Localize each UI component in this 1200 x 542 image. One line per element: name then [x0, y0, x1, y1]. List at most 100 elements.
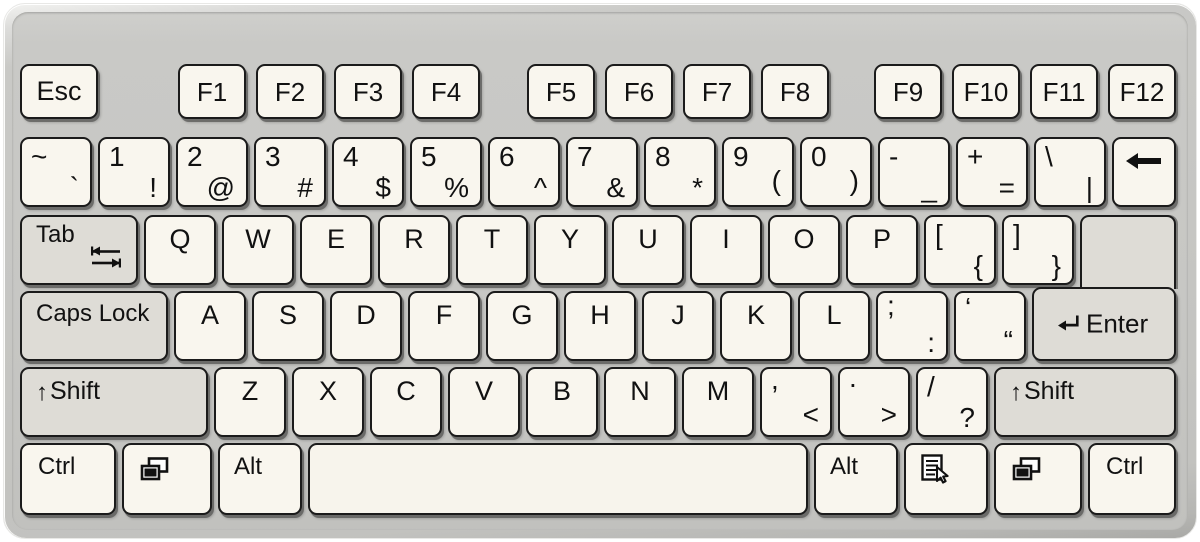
- key-c[interactable]: C: [370, 367, 442, 437]
- key-f1[interactable]: F1: [178, 64, 246, 119]
- key-l[interactable]: L: [798, 291, 870, 361]
- key-tab[interactable]: Tab: [20, 215, 138, 285]
- key-semicolon[interactable]: ; :: [876, 291, 948, 361]
- key-n-label: N: [630, 376, 650, 406]
- key-f7[interactable]: F7: [683, 64, 751, 119]
- key-semicolon-secondary: :: [927, 326, 935, 358]
- key-digit-5[interactable]: 5 %: [410, 137, 482, 207]
- key-m[interactable]: M: [682, 367, 754, 437]
- key-win-left[interactable]: [122, 443, 212, 515]
- key-f10[interactable]: F10: [952, 64, 1020, 119]
- key-slash[interactable]: / ?: [916, 367, 988, 437]
- key-alt-left[interactable]: Alt: [218, 443, 302, 515]
- key-bracket-right[interactable]: ] }: [1002, 215, 1074, 285]
- key-a[interactable]: A: [174, 291, 246, 361]
- key-comma-primary: ,: [771, 367, 779, 395]
- key-backspace[interactable]: [1112, 137, 1176, 207]
- key-digit-0-secondary: ): [849, 164, 859, 196]
- key-f8[interactable]: F8: [761, 64, 829, 119]
- key-f4-label: F4: [430, 76, 462, 107]
- key-caps-lock[interactable]: Caps Lock: [20, 291, 168, 361]
- key-backslash-secondary: |: [1085, 171, 1093, 203]
- key-shift-right[interactable]: ↑ Shift: [994, 367, 1176, 437]
- key-f9[interactable]: F9: [874, 64, 942, 119]
- key-comma[interactable]: , <: [760, 367, 832, 437]
- key-digit-0-primary: 0: [811, 141, 827, 172]
- key-q[interactable]: Q: [144, 215, 216, 285]
- key-s[interactable]: S: [252, 291, 324, 361]
- key-enter[interactable]: Enter: [1032, 287, 1176, 361]
- key-h-label: H: [590, 300, 610, 330]
- key-digit-3-primary: 3: [265, 141, 281, 172]
- key-shift-right-label: Shift: [1024, 377, 1075, 405]
- key-v[interactable]: V: [448, 367, 520, 437]
- key-w[interactable]: W: [222, 215, 294, 285]
- key-l-label: L: [826, 300, 842, 330]
- key-digit-1[interactable]: 1 !: [98, 137, 170, 207]
- key-f4[interactable]: F4: [412, 64, 480, 119]
- key-alt-right-label: Alt: [830, 453, 859, 480]
- key-u[interactable]: U: [612, 215, 684, 285]
- key-f12[interactable]: F12: [1108, 64, 1176, 119]
- key-ctrl-left[interactable]: Ctrl: [20, 443, 116, 515]
- key-g[interactable]: G: [486, 291, 558, 361]
- key-period[interactable]: . >: [838, 367, 910, 437]
- key-shift-left[interactable]: ↑ Shift: [20, 367, 208, 437]
- key-j[interactable]: J: [642, 291, 714, 361]
- key-f2[interactable]: F2: [256, 64, 324, 119]
- key-bracket-left[interactable]: [ {: [924, 215, 996, 285]
- key-win-right[interactable]: [994, 443, 1082, 515]
- key-g-label: G: [511, 300, 533, 330]
- key-digit-9-secondary: (: [771, 164, 781, 196]
- key-tab-label: Tab: [36, 221, 75, 248]
- key-y[interactable]: Y: [534, 215, 606, 285]
- key-p[interactable]: P: [846, 215, 918, 285]
- key-digit-3[interactable]: 3 #: [254, 137, 326, 207]
- key-digit-2-secondary: @: [206, 171, 235, 203]
- key-f3[interactable]: F3: [334, 64, 402, 119]
- key-x[interactable]: X: [292, 367, 364, 437]
- key-t[interactable]: T: [456, 215, 528, 285]
- key-slash-secondary: ?: [959, 401, 975, 433]
- key-alt-right[interactable]: Alt: [814, 443, 898, 515]
- key-digit-8-primary: 8: [655, 141, 671, 172]
- key-d[interactable]: D: [330, 291, 402, 361]
- key-digit-4[interactable]: 4 $: [332, 137, 404, 207]
- key-esc[interactable]: Esc: [20, 64, 98, 119]
- key-digit-0[interactable]: 0 ): [800, 137, 872, 207]
- key-minus[interactable]: - _: [878, 137, 950, 207]
- key-h[interactable]: H: [564, 291, 636, 361]
- key-b-label: B: [552, 376, 571, 406]
- key-digit-7[interactable]: 7 &: [566, 137, 638, 207]
- key-digit-8[interactable]: 8 *: [644, 137, 716, 207]
- key-f11[interactable]: F11: [1030, 64, 1098, 119]
- key-e[interactable]: E: [300, 215, 372, 285]
- key-digit-6[interactable]: 6 ^: [488, 137, 560, 207]
- key-quote[interactable]: ‘ “: [954, 291, 1026, 361]
- key-r[interactable]: R: [378, 215, 450, 285]
- key-f6[interactable]: F6: [605, 64, 673, 119]
- key-f5[interactable]: F5: [527, 64, 595, 119]
- key-digit-9-primary: 9: [733, 141, 749, 172]
- key-digit-2[interactable]: 2 @: [176, 137, 248, 207]
- key-backslash[interactable]: \ |: [1034, 137, 1106, 207]
- key-menu[interactable]: [904, 443, 988, 515]
- key-equals[interactable]: + =: [956, 137, 1028, 207]
- key-n[interactable]: N: [604, 367, 676, 437]
- key-k[interactable]: K: [720, 291, 792, 361]
- key-digit-9[interactable]: 9 (: [722, 137, 794, 207]
- key-backtick[interactable]: ~ `: [20, 137, 92, 207]
- key-i[interactable]: I: [690, 215, 762, 285]
- key-enter-upper[interactable]: [1080, 215, 1176, 289]
- key-m-label: M: [706, 376, 730, 406]
- key-bracket-left-primary: [: [935, 219, 943, 250]
- key-f[interactable]: F: [408, 291, 480, 361]
- key-space[interactable]: [308, 443, 808, 515]
- key-b[interactable]: B: [526, 367, 598, 437]
- key-o[interactable]: O: [768, 215, 840, 285]
- key-equals-primary: +: [967, 141, 984, 172]
- key-z[interactable]: Z: [214, 367, 286, 437]
- key-bracket-right-primary: ]: [1013, 219, 1021, 250]
- key-ctrl-right[interactable]: Ctrl: [1088, 443, 1176, 515]
- key-o-label: O: [793, 224, 815, 254]
